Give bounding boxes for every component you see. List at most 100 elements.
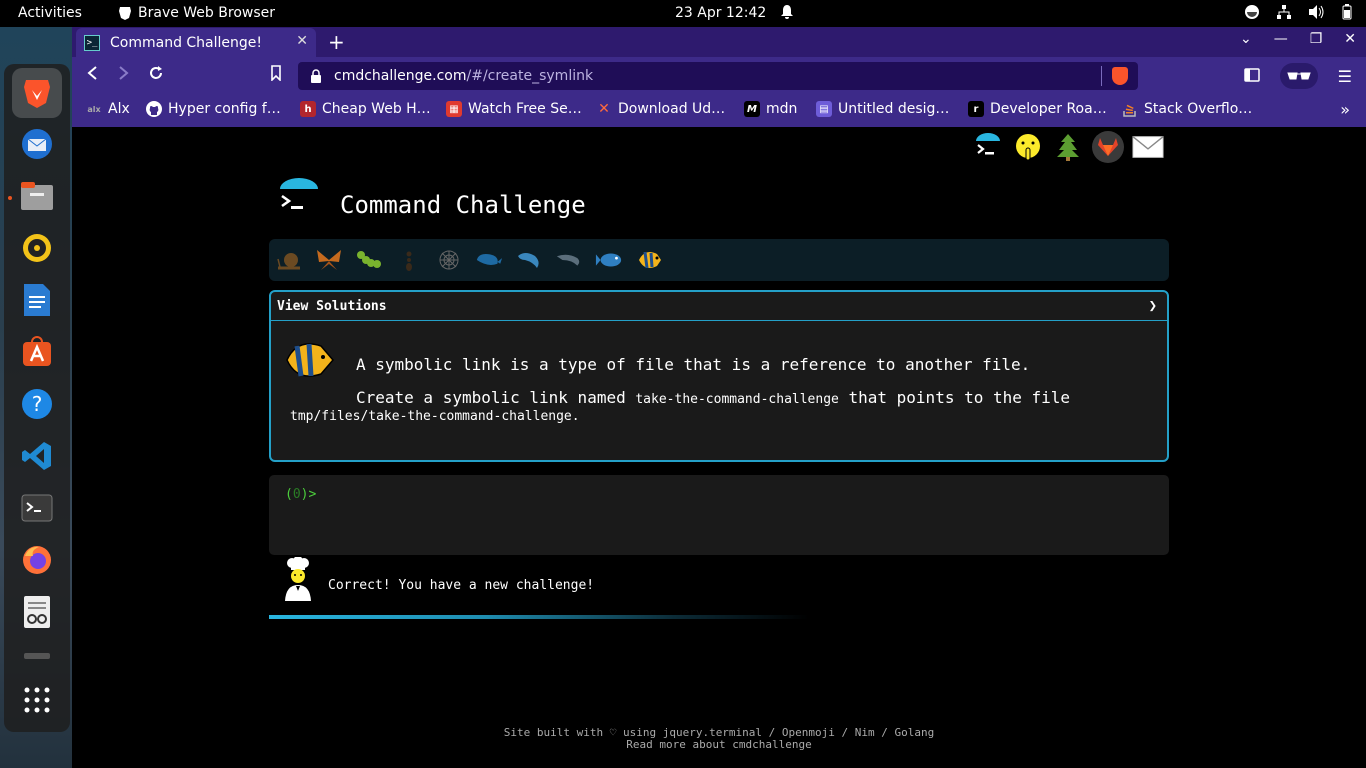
lock-icon[interactable] [310,69,322,83]
dock-thunderbird[interactable] [17,124,57,164]
footer: Site built with ♡ using jquery.terminal … [72,727,1366,751]
tropical-fish-icon[interactable] [635,246,663,274]
back-button[interactable] [86,65,98,85]
chevron-right-icon[interactable]: ❯ [1149,298,1157,314]
bookmark-label: Developer Roa… [990,101,1107,117]
menu-hamburger-icon[interactable]: ☰ [1338,67,1352,86]
dock-terminal[interactable] [17,488,57,528]
tab-list-chevron-icon[interactable]: ⌄ [1240,31,1252,47]
vpn-icon[interactable] [1244,4,1260,20]
web-page: Command Challenge View Solutions ❯ A sym… [72,127,1366,768]
target-file-path: tmp/files/take-the-command-challenge. [290,409,580,424]
dock-brave-browser[interactable] [12,68,62,118]
clock[interactable]: 23 Apr 12:42 [675,5,766,21]
tab-close-icon[interactable]: ✕ [296,33,308,49]
dock-files[interactable] [17,176,57,216]
bookmark-item[interactable]: ✕ Download Ud… [596,101,725,117]
card-header-label: View Solutions [277,298,387,314]
site-logo-icon [280,178,318,209]
dolphin-icon[interactable] [515,246,543,274]
activities-button[interactable]: Activities [18,5,82,21]
view-solutions-toggle[interactable]: View Solutions ❯ [271,292,1167,321]
bookmark-item[interactable]: ▦ Watch Free Se… [446,101,582,117]
dock-vscode[interactable] [17,436,57,476]
running-indicator [8,196,12,200]
bookmark-item[interactable]: alx Alx [86,101,130,117]
caterpillar-icon[interactable] [355,246,383,274]
battery-icon[interactable] [1342,4,1352,20]
spiderweb-icon[interactable] [435,246,463,274]
dock-separator [17,652,57,660]
url-path: /#/create_symlink [466,68,594,84]
document-viewer-icon [24,596,50,628]
mdn-icon: M [744,101,760,117]
navigation-bar: cmdchallenge.com/#/create_symlink ☰ [72,57,1366,95]
bookmark-label: Stack Overflo… [1144,101,1253,117]
dock-libreoffice-writer[interactable] [17,280,57,320]
page-title: Command Challenge [340,191,586,219]
bookmark-item[interactable]: Stack Overflo… [1122,101,1252,117]
bookmarks-overflow-icon[interactable]: » [1340,100,1350,119]
bookmark-item[interactable]: ▤ Untitled desig… [816,101,949,117]
dock-show-applications[interactable] [17,680,57,720]
address-bar[interactable]: cmdchallenge.com/#/create_symlink [298,62,1138,90]
bookmark-item[interactable]: M mdn [744,101,797,117]
tab-command-challenge[interactable]: >_ Command Challenge! ✕ [76,28,316,57]
dock-firefox[interactable] [17,540,57,580]
bookmark-item[interactable]: h Cheap Web H… [300,101,431,117]
dock-document-viewer[interactable] [17,592,57,632]
forward-button[interactable] [118,65,130,85]
whale-icon[interactable] [475,246,503,274]
gitlab-icon[interactable] [1092,131,1124,163]
email-icon[interactable] [1132,131,1164,163]
brave-shields-icon[interactable] [1112,67,1128,85]
butterfly-icon[interactable] [315,246,343,274]
apps-grid-icon [24,687,50,713]
fish-icon[interactable] [595,246,623,274]
bookmark-item[interactable]: Hyper config f… [146,101,281,117]
dolphin-grey-icon[interactable] [555,246,583,274]
notification-bell-icon[interactable] [780,4,794,24]
tab-bar: >_ Command Challenge! ✕ + ⌄ — ❐ ✕ [72,27,1366,57]
prompt-open: ( [285,487,293,502]
x-icon: ✕ [598,101,610,117]
maximize-button[interactable]: ❐ [1310,31,1323,47]
chef-icon [285,557,311,601]
progress-bar [269,615,809,619]
status-message: Correct! You have a new challenge! [328,578,595,593]
cmdchallenge-logo-icon[interactable] [972,131,1004,163]
prompt-close: )> [300,487,317,502]
private-glasses-icon[interactable] [1279,63,1318,89]
snail-icon[interactable] [275,246,303,274]
dock-rhythmbox[interactable] [17,228,57,268]
minimize-button[interactable]: — [1274,31,1288,47]
files-icon [21,182,53,210]
header-icon-links [972,131,1164,163]
system-top-bar: Activities Brave Web Browser 23 Apr 12:4… [0,0,1366,27]
ant-icon[interactable] [395,246,423,274]
app-name: Brave Web Browser [138,5,275,21]
dock-help[interactable]: ? [17,384,57,424]
system-tray[interactable] [1244,4,1352,20]
sidebar-toggle-icon[interactable] [1243,67,1260,86]
bookmark-label: Watch Free Se… [468,101,582,117]
new-tab-button[interactable]: + [328,30,345,54]
close-window-button[interactable]: ✕ [1344,31,1356,47]
alx-icon: alx [86,101,102,117]
volume-icon[interactable] [1308,4,1326,20]
bookmark-label: mdn [766,101,798,117]
bookmark-button[interactable] [270,65,282,85]
terminal-input[interactable]: (0)> [269,475,1169,555]
tab-favicon-terminal-icon: >_ [84,34,100,51]
network-icon[interactable] [1276,4,1292,20]
roadmap-icon: r [968,101,984,117]
shushing-face-icon[interactable] [1012,131,1044,163]
bookmark-label: Cheap Web H… [322,101,431,117]
bookmark-item[interactable]: r Developer Roa… [968,101,1107,117]
dock-software-center[interactable] [17,332,57,372]
app-menu[interactable]: Brave Web Browser [118,5,275,21]
footer-read-more-link[interactable]: Read more about cmdchallenge [72,739,1366,751]
thunderbird-icon [22,129,52,159]
tree-icon[interactable] [1052,131,1084,163]
reload-button[interactable] [148,65,164,85]
